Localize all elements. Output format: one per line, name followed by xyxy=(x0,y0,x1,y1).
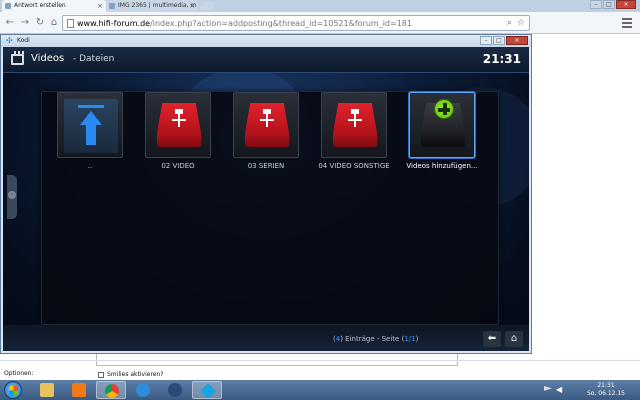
up-arrow-icon xyxy=(78,105,104,145)
media-player-icon xyxy=(72,383,86,397)
item-label: .. xyxy=(87,162,93,170)
kodi-header: Videos - Dateien 21:31 xyxy=(3,47,529,73)
smilies-checkbox[interactable] xyxy=(98,371,104,378)
list-item-parent-folder[interactable]: .. xyxy=(50,92,130,172)
item-thumbnail xyxy=(233,92,299,158)
taskbar-kodi[interactable] xyxy=(192,381,222,399)
item-thumbnail xyxy=(145,92,211,158)
section-subtitle: - Dateien xyxy=(73,54,115,64)
home-icon: ⌂ xyxy=(510,333,518,344)
taskbar-internet-explorer[interactable] xyxy=(128,381,158,399)
search-icon[interactable]: ⌕ xyxy=(507,18,512,28)
internet-explorer-icon xyxy=(136,383,150,397)
back-arrow-icon: ⬅ xyxy=(487,333,497,344)
kodi-window-title: Kodi xyxy=(17,37,30,44)
kodi-footer xyxy=(3,325,529,351)
network-drive-icon xyxy=(333,103,377,149)
kodi-icon xyxy=(200,383,216,399)
start-button[interactable] xyxy=(4,381,22,399)
tab-img-2365[interactable]: IMG 2365 | multimedia, m × xyxy=(106,0,198,12)
tab-strip: Antwort erstellen × IMG 2365 | multimedi… xyxy=(0,0,640,12)
taskbar-explorer[interactable] xyxy=(32,381,62,399)
browser-chrome: Antwort erstellen × IMG 2365 | multimedi… xyxy=(0,0,640,34)
home-icon[interactable]: ⌂ xyxy=(48,17,60,29)
add-plus-icon xyxy=(434,99,454,119)
tab-label: IMG 2365 | multimedia, m xyxy=(118,2,197,9)
item-label: 04 VIDEO SONSTIGE xyxy=(318,162,390,170)
close-icon[interactable]: × xyxy=(616,0,636,9)
address-bar[interactable]: www.hifi-forum.de/index.php?action=addpo… xyxy=(62,15,530,31)
item-thumbnail xyxy=(321,92,387,158)
smilies-label: Smilies aktivieren? xyxy=(107,371,164,378)
action-center-flag-icon[interactable] xyxy=(544,386,552,391)
item-label: 03 SERIEN xyxy=(247,162,285,170)
url-text: www.hifi-forum.de/index.php?action=addpo… xyxy=(77,19,412,28)
windows-logo-icon xyxy=(9,386,18,395)
forward-arrow-icon[interactable]: → xyxy=(19,17,31,29)
back-arrow-icon[interactable]: ← xyxy=(4,17,16,29)
speaker-icon[interactable]: ◀ xyxy=(556,385,565,395)
new-tab-button[interactable] xyxy=(198,2,216,10)
forum-favicon-icon xyxy=(109,3,115,9)
side-menu-handle[interactable]: › xyxy=(7,175,17,219)
minimize-icon[interactable]: – xyxy=(590,0,602,9)
browser-window-controls: – □ × xyxy=(590,0,636,9)
tray-time[interactable]: 21:31 xyxy=(582,382,630,390)
chevron-right-icon: › xyxy=(8,191,16,199)
options-label: Optionen: xyxy=(4,370,34,377)
add-source-drive-icon xyxy=(421,99,465,149)
list-item-03-serien[interactable]: 03 SERIEN xyxy=(226,92,306,172)
network-drive-icon xyxy=(157,103,201,149)
tab-label: Antwort erstellen xyxy=(14,2,66,9)
smilies-option[interactable]: Smilies aktivieren? xyxy=(98,371,163,378)
parent-folder-tile xyxy=(64,99,118,153)
tray-date[interactable]: So, 06.12.15 xyxy=(582,390,630,398)
close-icon[interactable]: × xyxy=(506,36,528,45)
taskbar-media-player[interactable] xyxy=(64,381,94,399)
kodi-logo-icon: ✣ xyxy=(6,36,13,45)
windows-taskbar: ◀ 21:31 So, 06.12.15 xyxy=(0,380,640,400)
kodi-screen: Videos - Dateien 21:31 › .. 02 VIDEO 03 … xyxy=(3,47,529,351)
kodi-clock: 21:31 xyxy=(482,52,521,66)
reload-icon[interactable]: ↻ xyxy=(34,17,46,29)
item-label: Videos hinzufügen... xyxy=(406,162,478,170)
home-button[interactable]: ⌂ xyxy=(505,331,523,347)
forum-favicon-icon xyxy=(5,3,11,9)
tab-antwort-erstellen[interactable]: Antwort erstellen × xyxy=(2,0,106,12)
folder-icon xyxy=(40,383,54,397)
close-tab-icon[interactable]: × xyxy=(97,0,103,12)
item-thumbnail xyxy=(409,92,475,158)
minimize-icon[interactable]: – xyxy=(480,36,492,45)
file-list-panel: .. 02 VIDEO 03 SERIEN 04 VIDEO SONSTIGE … xyxy=(41,91,499,325)
list-item-02-video[interactable]: 02 VIDEO xyxy=(138,92,218,172)
maximize-icon[interactable]: □ xyxy=(493,36,505,45)
video-film-icon xyxy=(11,51,26,65)
item-count: (4) Einträge - Seite (1/1) xyxy=(333,335,419,343)
list-item-add-videos[interactable]: Videos hinzufügen... xyxy=(402,92,482,172)
list-item-04-video-sonstige[interactable]: 04 VIDEO SONSTIGE xyxy=(314,92,394,172)
section-title: Videos xyxy=(31,53,65,64)
browser-toolbar: ← → ↻ ⌂ www.hifi-forum.de/index.php?acti… xyxy=(0,12,640,34)
maximize-icon[interactable]: □ xyxy=(603,0,615,9)
messenger-icon xyxy=(168,383,182,397)
chrome-icon xyxy=(105,384,119,398)
close-tab-icon[interactable]: × xyxy=(189,0,195,12)
page-icon xyxy=(67,19,74,28)
item-label: 02 VIDEO xyxy=(161,162,195,170)
kodi-window: ✣ Kodi – □ × Videos - Dateien 21:31 › ..… xyxy=(0,34,532,354)
item-thumbnail xyxy=(57,92,123,158)
back-button[interactable]: ⬅ xyxy=(483,331,501,347)
taskbar-chrome[interactable] xyxy=(96,381,126,399)
post-textarea[interactable] xyxy=(96,352,458,366)
chrome-menu-icon[interactable] xyxy=(622,18,632,28)
kodi-titlebar[interactable]: ✣ Kodi – □ × xyxy=(1,35,531,47)
divider xyxy=(0,360,640,361)
network-drive-icon xyxy=(245,103,289,149)
taskbar-messenger[interactable] xyxy=(160,381,190,399)
bookmark-star-icon[interactable]: ☆ xyxy=(517,18,525,28)
